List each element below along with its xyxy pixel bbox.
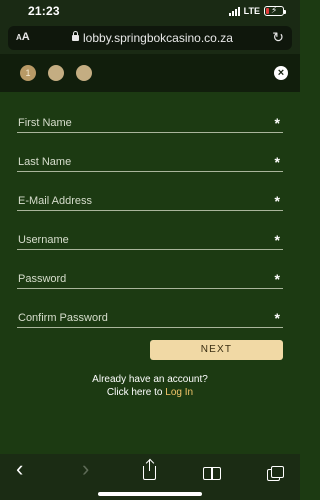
lock-icon [72, 31, 79, 42]
registration-form: First Name * Last Name * E-Mail Address … [0, 92, 300, 454]
password-label: Password [18, 273, 67, 285]
confirm-password-label: Confirm Password [18, 312, 108, 324]
first-name-label: First Name [18, 117, 72, 129]
step-3-indicator [76, 65, 92, 81]
login-prompt: Already have an account? Click here to L… [0, 373, 300, 399]
reload-icon[interactable]: ↻ [272, 29, 284, 46]
battery-level [266, 8, 270, 14]
charging-bolt-icon: ⚡ [271, 5, 278, 15]
required-marker: * [274, 310, 280, 326]
status-indicators: LTE ⚡ [228, 5, 286, 17]
confirm-password-field[interactable]: Confirm Password * [17, 304, 283, 328]
step-1-indicator: 1 [20, 65, 36, 81]
required-marker: * [274, 232, 280, 248]
status-time: 21:23 [28, 4, 60, 18]
battery-icon: ⚡ [264, 5, 286, 16]
step-2-indicator [48, 65, 64, 81]
registration-steps-header: 1 × [0, 54, 300, 92]
url-field[interactable]: AA lobby.springbokcasino.co.za ↻ [8, 26, 292, 50]
password-field[interactable]: Password * [17, 265, 283, 289]
required-marker: * [274, 193, 280, 209]
tabs-icon[interactable] [267, 466, 284, 481]
username-label: Username [18, 234, 69, 246]
required-marker: * [274, 154, 280, 170]
share-icon[interactable] [143, 460, 156, 480]
login-prefix-text: Click here to [106, 387, 166, 398]
email-field[interactable]: E-Mail Address * [17, 187, 283, 211]
required-marker: * [274, 271, 280, 287]
login-line: Click here to Log In [0, 386, 300, 399]
reader-settings-button[interactable]: AA [16, 31, 30, 43]
forward-icon[interactable]: › [82, 456, 89, 482]
login-link[interactable]: Log In [165, 387, 193, 398]
network-type: LTE [243, 6, 260, 16]
browser-toolbar: ‹ › [0, 454, 300, 500]
username-field[interactable]: Username * [17, 226, 283, 250]
home-indicator [98, 492, 202, 496]
status-bar: 21:23 LTE ⚡ [0, 0, 300, 22]
last-name-field[interactable]: Last Name * [17, 148, 283, 172]
next-button[interactable]: NEXT [150, 340, 283, 360]
first-name-field[interactable]: First Name * [17, 109, 283, 133]
email-label: E-Mail Address [18, 195, 92, 207]
browser-address-bar: AA lobby.springbokcasino.co.za ↻ [0, 22, 300, 54]
last-name-label: Last Name [18, 156, 72, 168]
close-icon[interactable]: × [274, 66, 288, 80]
signal-icon [228, 6, 240, 16]
account-prompt-text: Already have an account? [92, 374, 208, 385]
url-display[interactable]: lobby.springbokcasino.co.za [72, 31, 233, 45]
back-icon[interactable]: ‹ [16, 456, 23, 482]
bookmarks-icon[interactable] [203, 467, 221, 480]
required-marker: * [274, 115, 280, 131]
url-text: lobby.springbokcasino.co.za [83, 31, 233, 45]
